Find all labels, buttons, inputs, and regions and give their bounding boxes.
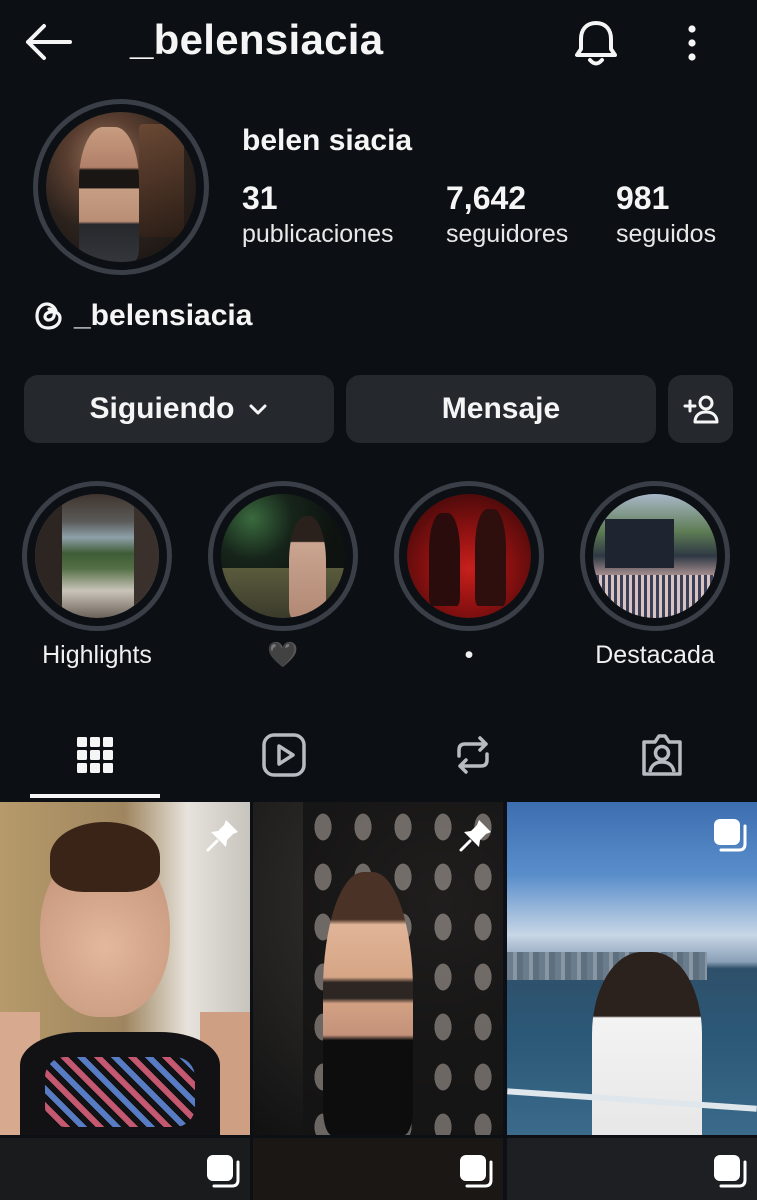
tab-posts[interactable] (30, 715, 160, 795)
highlight-item[interactable]: Highlights (22, 481, 172, 670)
tab-reposts[interactable] (408, 715, 538, 795)
highlight-cover[interactable] (580, 481, 730, 631)
add-person-icon (683, 395, 718, 424)
carousel-icon (714, 1155, 747, 1188)
following-button[interactable]: Siguiendo (24, 375, 334, 443)
display-name: belen siacia (242, 124, 413, 157)
avatar-photo (46, 112, 196, 262)
followers-count-value: 7,642 (446, 180, 527, 216)
tab-reels[interactable] (219, 715, 349, 795)
threads-handle: _belensiacia (74, 299, 253, 332)
following-count-label: seguidos (616, 220, 717, 248)
carousel-icon (460, 1155, 493, 1188)
highlight-label: Destacada (595, 641, 715, 669)
highlight-label: 🖤 (267, 641, 299, 669)
posts-count-value: 31 (242, 180, 278, 216)
active-tab-indicator (30, 794, 160, 798)
message-button-label: Mensaje (441, 392, 561, 425)
following-count-value: 981 (616, 180, 670, 216)
post-thumbnail[interactable] (253, 1138, 503, 1200)
posts-count-label: publicaciones (242, 220, 394, 248)
followers-count-label: seguidores (446, 220, 569, 248)
post-thumbnail[interactable] (253, 802, 503, 1135)
highlight-cover[interactable] (394, 481, 544, 631)
post-thumbnail[interactable] (507, 1138, 757, 1200)
highlight-label: • (464, 641, 474, 669)
tab-tagged[interactable] (597, 715, 727, 795)
carousel-icon (207, 1155, 240, 1188)
profile-tabs (0, 715, 757, 799)
highlight-item[interactable]: 🖤 (208, 481, 358, 670)
highlight-item[interactable]: • (394, 481, 544, 670)
threads-icon (35, 302, 62, 330)
pin-icon (206, 820, 238, 852)
grid-icon (77, 737, 113, 773)
post-thumbnail[interactable] (0, 802, 250, 1135)
followers-count[interactable]: 7,642 seguidores (446, 180, 568, 249)
profile-username-title: _belensiacia (130, 16, 384, 63)
bell-icon[interactable] (572, 18, 620, 68)
pin-icon (459, 820, 491, 852)
repost-icon (457, 736, 489, 774)
highlight-cover[interactable] (22, 481, 172, 631)
posts-count[interactable]: 31 publicaciones (242, 180, 394, 249)
highlight-item[interactable]: Destacada (580, 481, 730, 670)
more-vertical-icon[interactable] (676, 22, 708, 64)
suggested-accounts-button[interactable] (668, 375, 733, 443)
message-button[interactable]: Mensaje (346, 375, 656, 443)
following-button-label: Siguiendo (89, 392, 235, 425)
chevron-down-icon (249, 404, 266, 415)
post-thumbnail[interactable] (507, 802, 757, 1135)
highlight-cover[interactable] (208, 481, 358, 631)
profile-avatar[interactable] (33, 99, 209, 275)
threads-profile-link[interactable]: _belensiacia (34, 296, 252, 336)
post-thumbnail[interactable] (0, 1138, 250, 1200)
top-bar: _belensiacia (0, 0, 757, 84)
tagged-icon (642, 734, 682, 776)
following-count[interactable]: 981 seguidos (616, 180, 716, 249)
reels-icon (262, 733, 306, 777)
carousel-icon (714, 819, 747, 852)
arrow-left-icon[interactable] (22, 22, 74, 62)
highlight-label: Highlights (42, 641, 152, 669)
